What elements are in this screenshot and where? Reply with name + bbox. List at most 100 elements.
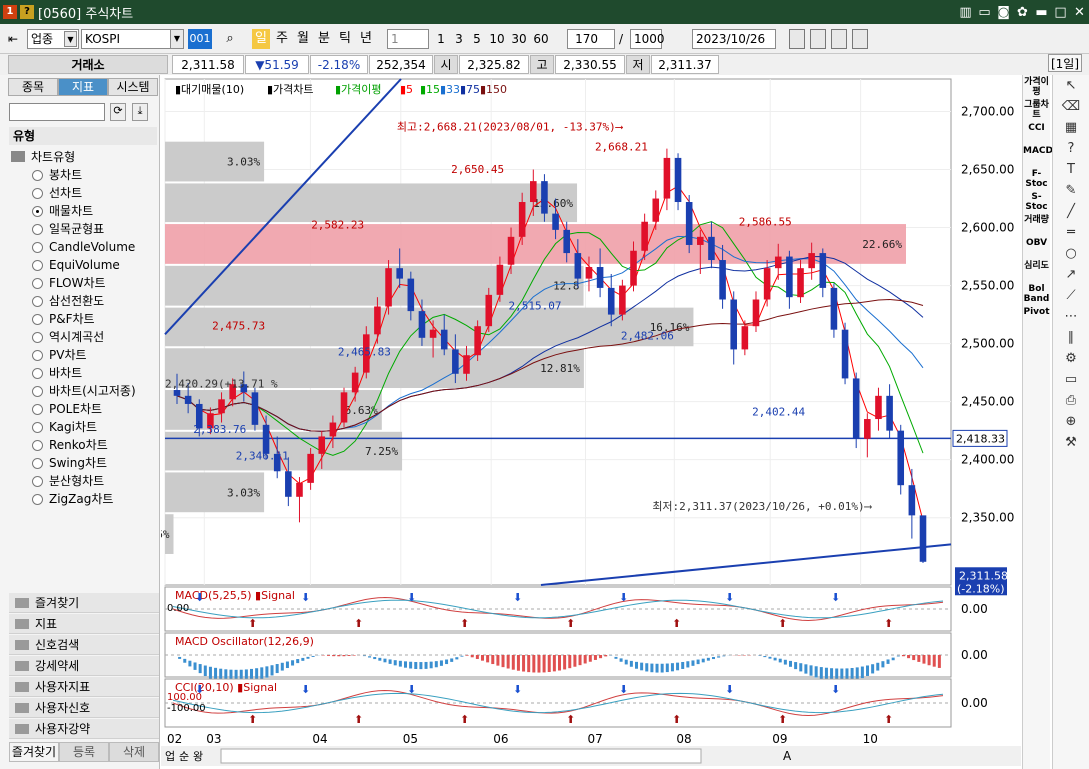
chart-svg[interactable]: 2,700.00 2,650.00 2,600.00 2,550.00 2,500.00… [161, 75, 1021, 769]
circle-icon[interactable]: ○ [1061, 244, 1081, 264]
category-folder[interactable]: 신호검색 [9, 635, 159, 655]
indicator-tool-button[interactable]: OBV [1023, 238, 1050, 259]
help-icon[interactable]: ? [20, 5, 34, 19]
auto-icon[interactable]: ⚙ [1061, 349, 1081, 369]
bottom-tab[interactable]: 즐겨찾기 [9, 742, 59, 762]
maximize-icon[interactable]: □ [1051, 5, 1070, 20]
screen-icon[interactable]: ▭ [975, 5, 994, 20]
trend-icon[interactable]: ⟋ [1061, 286, 1081, 306]
period-tab[interactable]: 주 [273, 29, 291, 49]
chart-type-option[interactable]: 선차트 [9, 184, 159, 202]
indicator-tool-button[interactable]: MACD [1023, 146, 1053, 167]
chart-icon[interactable]: ▥ [956, 5, 975, 20]
code-button[interactable]: 001 [188, 29, 212, 49]
view-count-input[interactable]: 170 [567, 29, 615, 49]
category-folder[interactable]: 사용자신호 [9, 698, 159, 718]
chart-type-option[interactable]: EquiVolume [9, 256, 159, 274]
chart-type-option[interactable]: 삼선전환도 [9, 292, 159, 310]
question-icon[interactable]: ? [1061, 139, 1081, 159]
scroll-track[interactable] [220, 748, 702, 764]
download-icon[interactable]: ⤓ [132, 103, 148, 121]
indicator-tool-button[interactable]: Bol Band [1023, 284, 1050, 305]
chart-type-option[interactable]: FLOW차트 [9, 274, 159, 292]
indicator-tool-button[interactable]: 가격이평 [1023, 77, 1050, 98]
all-icon[interactable]: ▦ [1061, 118, 1081, 138]
line-icon[interactable]: ╱ [1061, 202, 1081, 222]
arrow-icon[interactable]: ↗ [1061, 265, 1081, 285]
chart-type-option[interactable]: Renko차트 [9, 436, 159, 454]
tools-icon[interactable] [852, 29, 868, 49]
text-icon[interactable]: T [1061, 160, 1081, 180]
panel-tab[interactable]: 종목 [8, 78, 58, 96]
interval-select[interactable]: 1 [387, 29, 429, 49]
chart-type-option[interactable]: 분산형차트 [9, 472, 159, 490]
scroll-label[interactable]: 순 [179, 750, 189, 763]
interval-button[interactable]: 1 [432, 29, 450, 49]
indicator-tool-button[interactable]: F-Stoc [1023, 169, 1050, 190]
indicator-search-input[interactable] [9, 103, 105, 121]
zoom-label[interactable]: A [783, 749, 792, 763]
category-folder[interactable]: 사용자지표 [9, 677, 159, 697]
gear-icon[interactable] [810, 29, 826, 49]
indicator-tool-button[interactable]: 심리도 [1023, 261, 1050, 282]
chart-type-option[interactable]: Swing차트 [9, 454, 159, 472]
chart-type-option[interactable]: P&F차트 [9, 310, 159, 328]
category-folder[interactable]: 사용자강약 [9, 719, 159, 739]
period-tab[interactable]: 일 [252, 29, 270, 49]
interval-button[interactable]: 10 [486, 29, 508, 49]
interval-button[interactable]: 60 [530, 29, 552, 49]
zoom-icon[interactable]: ⊕ [1061, 412, 1081, 432]
brush-icon[interactable]: ✎ [1061, 181, 1081, 201]
interval-button[interactable]: 3 [450, 29, 468, 49]
eraser-icon[interactable]: ⌫ [1061, 97, 1081, 117]
category-select[interactable]: 업종 ▼ [27, 29, 79, 49]
indicator-tool-button[interactable]: Pivot [1023, 307, 1050, 328]
chart-type-option[interactable]: 매물차트 [9, 202, 159, 220]
indicator-tool-button[interactable]: S-Stoc [1023, 192, 1050, 213]
chart-type-option[interactable]: 봉차트 [9, 166, 159, 184]
fibo-icon[interactable]: ⋯ [1061, 307, 1081, 327]
panel-tab[interactable]: 지표 [58, 78, 108, 96]
symbol-dropdown-icon[interactable]: ▼ [170, 29, 184, 49]
panel-tab[interactable]: 시스템 [108, 78, 158, 96]
period-tab[interactable]: 월 [294, 29, 312, 49]
total-count-input[interactable]: 1000 [630, 29, 665, 49]
chart-type-option[interactable]: 일목균형표 [9, 220, 159, 238]
scroll-label[interactable]: 왕 [193, 750, 203, 763]
save-icon[interactable] [831, 29, 847, 49]
chart-area[interactable]: 2,700.00 2,650.00 2,600.00 2,550.00 2,500.00… [161, 75, 1021, 769]
type-header[interactable]: 유형 [9, 127, 157, 145]
scroll-label[interactable]: 업 [165, 750, 175, 763]
category-folder[interactable]: 강세약세 [9, 656, 159, 676]
chart-type-option[interactable]: PV차트 [9, 346, 159, 364]
chart-type-option[interactable]: CandleVolume [9, 238, 159, 256]
chart-type-option[interactable]: 바차트(시고저종) [9, 382, 159, 400]
bottom-tab[interactable]: 등록 [59, 742, 109, 762]
indicator-tool-button[interactable]: CCI [1023, 123, 1050, 144]
chart-settings-icon[interactable] [789, 29, 805, 49]
print-icon[interactable]: ⎙ [1061, 391, 1081, 411]
chart-type-option[interactable]: ZigZag차트 [9, 490, 159, 508]
hline-icon[interactable]: ═ [1061, 223, 1081, 243]
close-icon[interactable]: ✕ [1070, 5, 1089, 20]
refresh-icon[interactable]: ⟳ [110, 103, 126, 121]
period-tab[interactable]: 분 [315, 29, 333, 49]
chart-type-option[interactable]: POLE차트 [9, 400, 159, 418]
bottom-tab[interactable]: 삭제 [109, 742, 159, 762]
tree-root[interactable]: 차트유형 [9, 148, 159, 166]
settings-icon[interactable]: ⚒ [1061, 433, 1081, 453]
symbol-input[interactable]: KOSPI [81, 29, 184, 49]
chart-type-option[interactable]: 바차트 [9, 364, 159, 382]
category-folder[interactable]: 지표 [9, 614, 159, 634]
interval-button[interactable]: 30 [508, 29, 530, 49]
minimize-icon[interactable]: ▬ [1032, 5, 1051, 20]
box-icon[interactable]: ▭ [1061, 370, 1081, 390]
gear-icon[interactable]: ✿ [1013, 5, 1032, 20]
camera-icon[interactable]: ◙ [994, 5, 1013, 20]
chart-type-option[interactable]: 역시계곡선 [9, 328, 159, 346]
period-tab[interactable]: 년 [357, 29, 375, 49]
indicator-tool-button[interactable]: 그룹차트 [1023, 100, 1050, 121]
period-badge[interactable]: [1일] [1048, 54, 1082, 72]
interval-button[interactable]: 5 [468, 29, 486, 49]
cursor-icon[interactable]: ↖ [1061, 76, 1081, 96]
